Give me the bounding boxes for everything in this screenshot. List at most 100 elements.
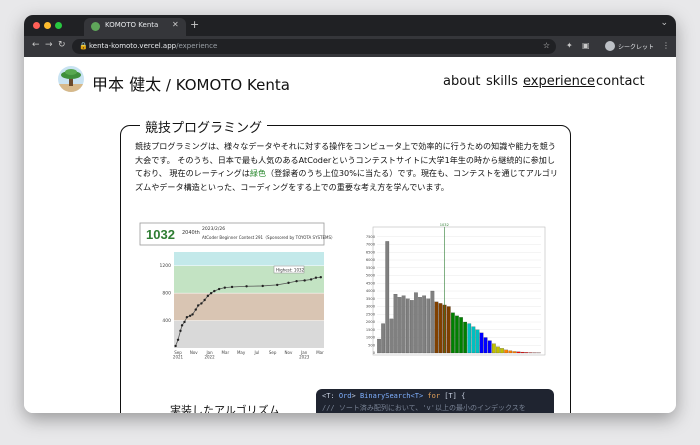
code-token: > [351,392,360,400]
site-title[interactable]: 甲本 健太 / KOMOTO Kenta [92,71,290,95]
close-tab-icon[interactable]: ✕ [172,20,179,29]
distribution-bar [479,332,484,354]
y-tick-label: 5500 [366,266,376,270]
y-tick-label: 3000 [366,305,376,309]
avatar [58,66,84,92]
reload-icon[interactable]: ↻ [58,40,66,50]
rating-point [295,279,298,283]
incognito-label: シークレット [618,44,655,51]
code-snippet: <T: Ord> BinarySearch<T> for [T] { /// ソ… [316,389,554,413]
distribution-bar [446,306,451,354]
palm-tree-icon [58,69,84,92]
url-path: /experience [176,42,218,50]
rating-point [230,285,234,289]
distribution-bar [442,304,447,354]
back-icon[interactable]: ← [32,40,40,50]
extensions-icon[interactable]: ✦ [566,41,573,50]
sidepanel-icon[interactable]: ▣ [582,41,590,50]
distribution-bar [455,315,459,354]
distribution-bar [397,297,402,354]
code-token: [T] { [444,392,466,400]
distribution-bar [438,303,443,354]
menu-kebab-icon[interactable]: ⋮ [662,41,670,50]
browser-tab[interactable]: KOMOTO Kenta ✕ [84,18,186,36]
distribution-bar [508,350,513,354]
distribution-bar [414,292,418,354]
nav-contact[interactable]: contact [596,74,645,89]
y-tick-label: 1000 [366,336,376,340]
section-description: 競技プログラミングは、様々なデータやそれに対する操作をコンピュータ上で効率的に行… [135,140,560,194]
distribution-bar [434,301,439,354]
rating-point [314,276,318,279]
page: 甲本 健太 / KOMOTO Kenta about skills experi… [24,57,676,413]
rating-point [185,315,189,319]
rating-point [309,278,313,281]
close-window-dot[interactable] [33,22,40,29]
distribution-bar [422,295,427,354]
rating-point [276,283,279,287]
y-tick-label: 4500 [366,281,376,285]
rating-value: 1032 [146,227,175,242]
x-tick-label: May [237,350,246,355]
rating-point [191,313,194,316]
distribution-bar [496,346,500,354]
browser-window: KOMOTO Kenta ✕ + ⌄ ← → ↻ 🔒 kenta-komoto.… [24,15,676,413]
distribution-bar [475,329,480,354]
x-tick-label: Mar [316,350,324,355]
y-tick-label: 4000 [366,289,376,293]
y-tick-label: 1200 [160,263,172,269]
distribution-bar [450,312,455,354]
rating-point [213,289,216,293]
rating-point [180,324,184,327]
tab-search-chevron-icon[interactable]: ⌄ [660,18,668,28]
rating-date: 2023/2/26 [202,226,225,232]
distribution-bar [381,323,385,354]
rating-point [200,302,203,305]
x-tick-label: 2023 [299,355,310,360]
rating-point [194,308,197,311]
y-tick-label: 500 [368,343,376,347]
section-title: 競技プログラミング [140,117,268,136]
distribution-bar [430,290,435,354]
code-token: for [423,392,445,400]
rating-band [174,252,324,266]
nav-about[interactable]: about [443,74,481,89]
address-bar[interactable]: 🔒 kenta-komoto.vercel.app/experience ☆ [72,39,556,54]
minimize-window-dot[interactable] [44,22,51,29]
x-tick-label: Jul [253,350,259,355]
distribution-bar [389,318,394,354]
favicon-icon [91,22,100,31]
site-name-en: KOMOTO Kenta [175,76,290,94]
distribution-bar [500,348,504,354]
rating-point [179,329,182,333]
incognito-icon[interactable] [605,41,615,51]
distribution-bar [492,343,496,354]
new-tab-icon[interactable]: + [190,18,199,31]
forward-icon[interactable]: → [45,40,53,50]
rating-rank: 2040th [182,230,200,236]
code-line-2: /// ソート済み配列において、'v'以上の最小のインデックスを [322,404,526,412]
highest-label: Highest: 1032 [276,268,305,273]
rating-history-chart: 1032 2040th 2023/2/26 AtCoder Beginner C… [139,222,335,360]
maximize-window-dot[interactable] [55,22,62,29]
y-tick-label: 3500 [366,297,376,301]
nav-experience[interactable]: experience [523,74,595,89]
url-host: kenta-komoto.vercel.app [89,42,177,50]
rating-band [174,320,324,348]
x-tick-label: 2022 [204,355,215,360]
bookmark-star-icon[interactable]: ☆ [543,41,550,50]
distribution-bar [520,351,525,354]
y-tick-label: 6000 [366,258,376,262]
code-line-1: <T: Ord> BinarySearch<T> for [T] { [322,392,465,400]
toolbar: ← → ↻ 🔒 kenta-komoto.vercel.app/experien… [24,36,676,57]
distribution-bar [418,297,422,354]
rating-point [261,284,264,288]
site-name-separator: / [161,76,176,94]
nav-skills[interactable]: skills [486,74,518,89]
rating-point [174,344,177,348]
y-tick-label: 800 [162,291,171,297]
distribution-bar [377,338,381,354]
distribution-bar [487,340,492,354]
distribution-bar [401,295,406,354]
rating-point [176,338,180,341]
